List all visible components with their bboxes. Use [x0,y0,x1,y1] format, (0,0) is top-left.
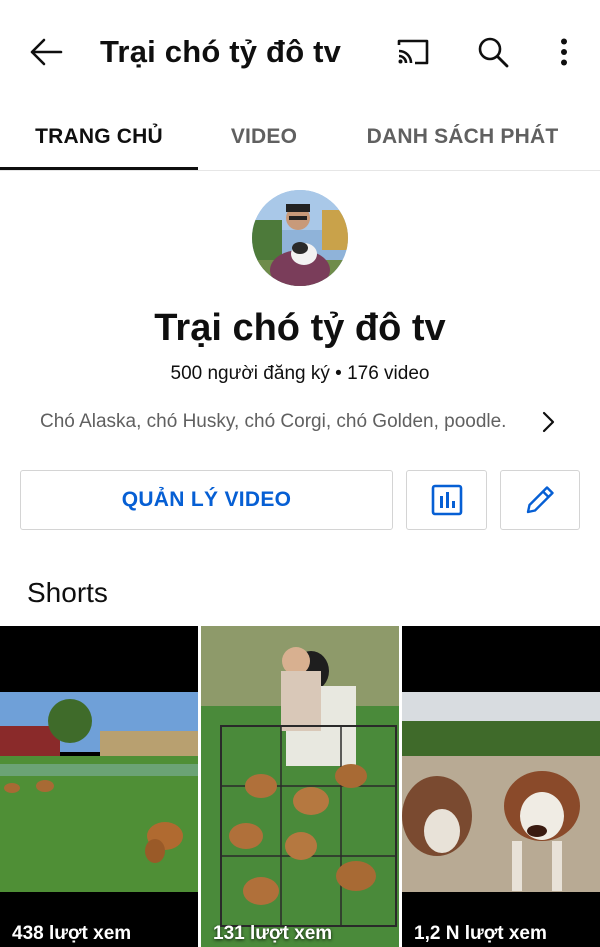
channel-name: Trại chó tỷ đô tv [154,307,446,349]
avatar-photo [252,190,348,286]
channel-description[interactable]: Chó Alaska, chó Husky, chó Corgi, chó Go… [40,408,580,436]
channel-description-text: Chó Alaska, chó Husky, chó Corgi, chó Go… [40,411,507,432]
bar-chart-icon [431,484,462,516]
short-view-count: 1,2 N lượt xem [414,923,547,944]
channel-stats: 500 người đăng ký • 176 video [170,363,430,384]
channel-avatar[interactable] [252,190,348,286]
short-thumbnail [0,626,198,947]
channel-title: Trại chó tỷ đô tv [100,34,342,69]
short-thumbnail [402,626,600,947]
tab-playlists[interactable]: DANH SÁCH PHÁT [330,104,595,170]
tabs-divider [0,170,600,171]
cast-button[interactable] [390,30,436,74]
shorts-row: 438 lượt xem 131 lượt xem 1,2 N lượt xem [0,626,600,947]
chevron-right-icon [534,408,562,436]
short-view-count: 131 lượt xem [213,923,333,944]
back-arrow-icon [30,38,63,66]
short-view-count: 438 lượt xem [12,923,132,944]
app-bar: Trại chó tỷ đô tv [0,0,600,104]
back-button[interactable] [22,30,70,74]
more-vert-icon [561,38,567,66]
shorts-section-title: Shorts [27,577,108,608]
search-button[interactable] [470,30,516,74]
edit-channel-button[interactable] [500,470,580,530]
short-video-card[interactable]: 131 lượt xem [201,626,399,947]
cast-icon [397,39,429,65]
short-video-card[interactable]: 1,2 N lượt xem [402,626,600,947]
tab-video[interactable]: VIDEO [198,104,330,170]
short-thumbnail [201,626,399,947]
channel-tabs: TRANG CHỦ VIDEO DANH SÁCH PHÁT [0,104,600,170]
manage-videos-button[interactable]: QUẢN LÝ VIDEO [20,470,393,530]
search-icon [478,37,509,68]
analytics-button[interactable] [406,470,487,530]
tab-home[interactable]: TRANG CHỦ [0,104,198,170]
short-video-card[interactable]: 438 lượt xem [0,626,198,947]
pencil-icon [526,486,554,514]
more-options-button[interactable] [544,30,584,74]
